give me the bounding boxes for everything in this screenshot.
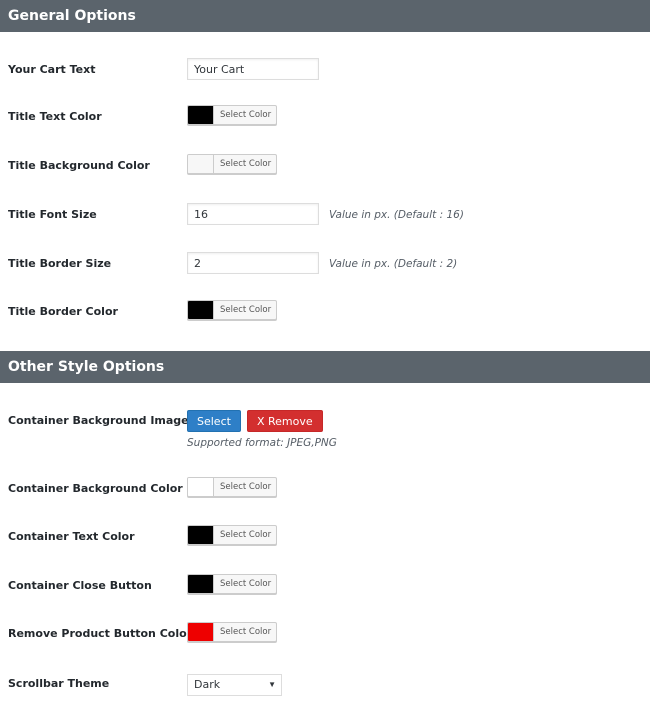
title-border-size-hint: Value in px. (Default : 2) (329, 258, 458, 270)
row-title-border-color: Title Border Color Select Color (0, 297, 650, 327)
select-color-label: Select Color (220, 110, 272, 120)
color-swatch (188, 106, 214, 124)
scrollbar-theme-select[interactable]: Dark ▼ (187, 674, 282, 696)
container-background-color-label: Container Background Color (8, 482, 183, 495)
container-text-color-control: Select Color (187, 525, 278, 549)
row-title-border-size: Title Border Size Value in px. (Default … (0, 249, 650, 279)
select-color-label: Select Color (220, 159, 272, 169)
supported-format-note: Supported format: JPEG,PNG (187, 437, 337, 449)
row-container-text-color: Container Text Color Select Color (0, 522, 650, 552)
remove-product-button-color-picker[interactable]: Select Color (187, 622, 278, 642)
row-container-background-image: Container Background Image Select X Remov… (0, 406, 650, 436)
row-remove-product-button-color: Remove Product Button Color Select Color (0, 619, 650, 649)
color-swatch (188, 478, 214, 496)
title-font-size-control (187, 203, 319, 227)
container-close-button-label: Container Close Button (8, 579, 152, 592)
scrollbar-theme-value: Dark (194, 678, 221, 691)
title-text-color-label: Title Text Color (8, 110, 102, 123)
container-background-color-control: Select Color (187, 477, 278, 501)
container-background-color-picker[interactable]: Select Color (187, 477, 278, 497)
row-scrollbar-theme: Scrollbar Theme Dark ▼ (0, 669, 650, 699)
color-swatch (188, 623, 214, 641)
title-font-size-label: Title Font Size (8, 208, 97, 221)
container-close-button-color-picker[interactable]: Select Color (187, 574, 278, 594)
row-title-text-color: Title Text Color Select Color (0, 102, 650, 132)
select-color-label: Select Color (220, 579, 272, 589)
general-options-header: General Options (0, 0, 650, 32)
container-text-color-label: Container Text Color (8, 530, 135, 543)
row-container-background-color: Container Background Color Select Color (0, 474, 650, 504)
title-text-color-picker[interactable]: Select Color (187, 105, 278, 125)
title-text-color-control: Select Color (187, 105, 278, 129)
your-cart-text-label: Your Cart Text (8, 63, 96, 76)
scrollbar-theme-control: Dark ▼ (187, 674, 282, 698)
title-border-color-picker[interactable]: Select Color (187, 300, 278, 320)
container-close-button-control: Select Color (187, 574, 278, 598)
chevron-down-icon: ▼ (268, 680, 276, 689)
row-your-cart-text: Your Cart Text (0, 55, 650, 85)
title-border-color-label: Title Border Color (8, 305, 118, 318)
container-background-image-label: Container Background Image (8, 414, 189, 427)
title-border-color-control: Select Color (187, 300, 278, 324)
select-image-button[interactable]: Select (187, 410, 241, 432)
row-title-background-color: Title Background Color Select Color (0, 151, 650, 181)
title-background-color-control: Select Color (187, 154, 278, 178)
your-cart-text-control (187, 58, 319, 82)
select-color-label: Select Color (220, 627, 272, 637)
select-color-label: Select Color (220, 305, 272, 315)
your-cart-text-input[interactable] (187, 58, 319, 80)
title-font-size-input[interactable] (187, 203, 319, 225)
remove-product-button-color-label: Remove Product Button Color (8, 627, 193, 640)
title-border-size-input[interactable] (187, 252, 319, 274)
color-swatch (188, 301, 214, 319)
color-swatch (188, 526, 214, 544)
select-color-label: Select Color (220, 530, 272, 540)
background-image-buttons: Select X Remove (187, 410, 323, 434)
other-style-options-header: Other Style Options (0, 351, 650, 383)
title-border-size-label: Title Border Size (8, 257, 112, 270)
row-title-font-size: Title Font Size Value in px. (Default : … (0, 200, 650, 230)
title-font-size-hint: Value in px. (Default : 16) (329, 209, 464, 221)
title-background-color-picker[interactable]: Select Color (187, 154, 278, 174)
remove-image-button[interactable]: X Remove (246, 410, 323, 432)
color-swatch (188, 155, 214, 173)
row-container-close-button: Container Close Button Select Color (0, 571, 650, 601)
title-background-color-label: Title Background Color (8, 159, 150, 172)
container-text-color-picker[interactable]: Select Color (187, 525, 278, 545)
title-border-size-control (187, 252, 319, 276)
select-color-label: Select Color (220, 482, 272, 492)
remove-product-button-color-control: Select Color (187, 622, 278, 646)
scrollbar-theme-label: Scrollbar Theme (8, 677, 110, 690)
color-swatch (188, 575, 214, 593)
